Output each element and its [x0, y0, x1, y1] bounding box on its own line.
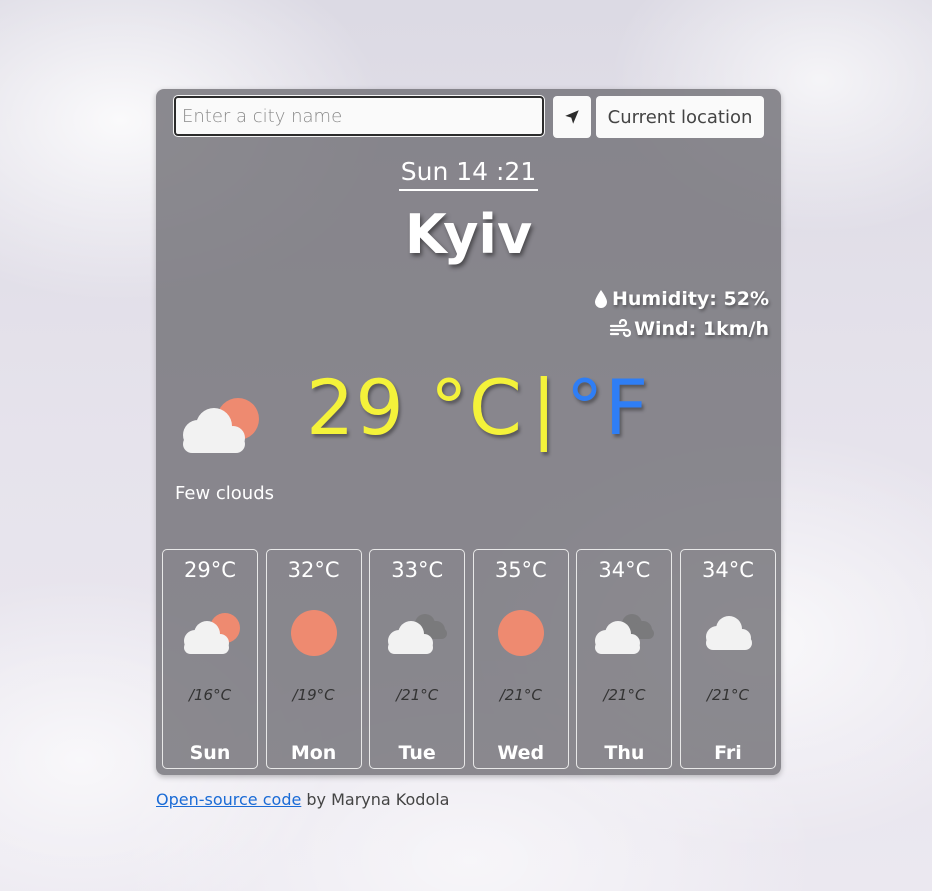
current-temperature: 29 °C | °F — [306, 363, 649, 452]
day-name: Tue — [398, 742, 436, 764]
day-name: Thu — [604, 742, 645, 764]
min-temp: /19°C — [292, 686, 335, 704]
city-name: Kyiv — [404, 203, 533, 266]
forecast-day: 35°C /21°C Wed — [472, 549, 569, 769]
broken-clouds-icon — [595, 614, 655, 654]
temperature-value: 29 — [306, 363, 405, 452]
day-name: Sun — [189, 742, 231, 764]
min-temp: /21°C — [706, 686, 750, 704]
sun-icon — [497, 610, 544, 656]
wind-value: Wind: 1km/h — [634, 318, 769, 340]
weather-description: Few clouds — [175, 483, 275, 504]
droplet-icon — [594, 290, 607, 308]
forecast-day: 34°C /21°C Thu — [576, 549, 673, 769]
wind-icon — [609, 319, 632, 338]
forecast-list: 29°C /16°C Sun 32°C /19°C Mon 33°C /21°C… — [162, 549, 776, 771]
few-clouds-icon — [183, 398, 259, 453]
max-temp: 29°C — [184, 558, 236, 582]
day-name: Mon — [290, 742, 337, 764]
location-arrow-icon — [565, 110, 579, 124]
date-time: Sun 14 :21 — [156, 157, 781, 191]
humidity-row: Humidity: 52% — [593, 284, 769, 314]
weather-stats: Humidity: 52% Wind: 1km/h — [593, 284, 769, 344]
max-temp: 34°C — [702, 558, 754, 582]
forecast-day: 29°C /16°C Sun — [162, 549, 258, 769]
weather-card: Current location Sun 14 :21 Kyiv Humidit… — [156, 89, 781, 775]
min-temp: /21°C — [499, 686, 542, 704]
wind-row: Wind: 1km/h — [593, 314, 769, 344]
humidity-value: Humidity: 52% — [611, 288, 769, 310]
min-temp: /16°C — [188, 686, 232, 704]
source-code-link[interactable]: Open-source code — [156, 790, 301, 809]
cloud-icon — [705, 616, 752, 650]
footer: Open-source code by Maryna Kodola — [156, 790, 449, 809]
unit-separator: | — [530, 363, 558, 452]
max-temp: 34°C — [598, 558, 651, 582]
broken-clouds-icon — [388, 614, 448, 654]
min-temp: /21°C — [603, 686, 646, 704]
locate-button[interactable] — [553, 96, 591, 138]
day-name: Fri — [714, 742, 742, 764]
fahrenheit-toggle[interactable]: °F — [566, 363, 650, 452]
forecast-day: 33°C /21°C Tue — [369, 549, 466, 769]
max-temp: 35°C — [494, 558, 547, 582]
forecast-day: 34°C /21°C Fri — [679, 549, 776, 769]
forecast-day: 32°C /19°C Mon — [265, 549, 362, 769]
max-temp: 33°C — [391, 558, 444, 582]
city-search-input[interactable] — [173, 95, 545, 137]
max-temp: 32°C — [287, 558, 340, 582]
day-name: Wed — [497, 742, 545, 764]
min-temp: /21°C — [396, 686, 439, 704]
celsius-unit[interactable]: °C — [430, 363, 523, 452]
sun-icon — [290, 610, 337, 656]
few-clouds-icon — [184, 613, 240, 654]
current-location-button[interactable]: Current location — [596, 96, 764, 138]
author-credit: by Maryna Kodola — [301, 790, 450, 809]
